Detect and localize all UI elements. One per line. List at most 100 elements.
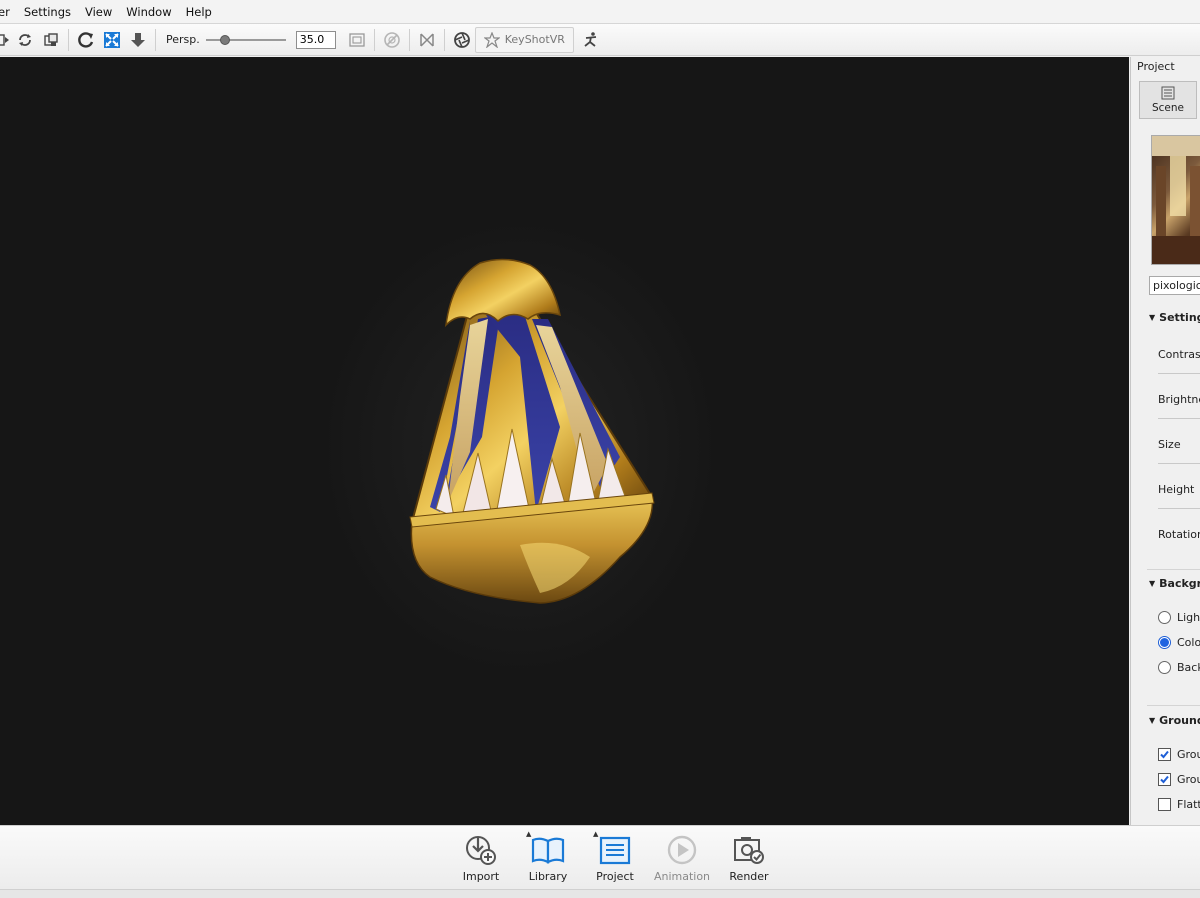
ground-occlusion-checkbox-row[interactable]: Grou — [1158, 773, 1200, 786]
environment-thumbnail[interactable] — [1151, 135, 1200, 265]
reset-camera-button[interactable] — [73, 27, 99, 53]
menu-bar: er Settings View Window Help — [0, 0, 1200, 24]
render-button[interactable]: Render — [717, 834, 781, 883]
render-viewport[interactable] — [0, 57, 1129, 825]
background-option-color[interactable]: Colo — [1158, 636, 1200, 649]
menu-item-help[interactable]: Help — [179, 0, 219, 24]
ground-shadows-checkbox-row[interactable]: Grou — [1158, 748, 1200, 761]
render-camera-icon — [734, 837, 764, 864]
scene-list-icon — [1161, 86, 1175, 100]
camera-frame-icon — [349, 32, 365, 47]
contrast-label: Contrast — [1158, 348, 1200, 361]
tab-scene[interactable]: Scene — [1139, 81, 1197, 119]
environment-preview-image — [1152, 136, 1200, 264]
checkbox-checked[interactable] — [1158, 773, 1171, 786]
menu-item-view[interactable]: View — [78, 0, 119, 24]
fit-to-view-button[interactable] — [99, 27, 125, 53]
checkmark-icon — [1160, 750, 1169, 759]
geometry-view-button[interactable] — [414, 27, 440, 53]
radio-button[interactable] — [1158, 661, 1171, 674]
flatten-ground-checkbox-row[interactable]: Flatt — [1158, 798, 1200, 811]
project-panel: Project Scene pixologic_ ▼Setting Contra… — [1130, 57, 1200, 825]
refresh-icon — [19, 33, 31, 46]
background-option-backplate[interactable]: Back — [1158, 661, 1200, 674]
panel-title: Project — [1137, 60, 1175, 73]
lock-camera-button[interactable] — [344, 27, 370, 53]
keyshot-window: { "menu": { "items": ["er", "Settings", … — [0, 0, 1200, 898]
rotation-label: Rotation — [1158, 528, 1200, 541]
section-divider — [1147, 705, 1200, 706]
zbrush-figure-icon — [584, 31, 596, 47]
fov-slider[interactable] — [205, 32, 286, 48]
import-toolbar-button[interactable] — [0, 27, 12, 53]
vr-star-icon — [483, 31, 500, 48]
section-divider — [1147, 569, 1200, 570]
toolbar-separator — [68, 28, 69, 51]
size-slider[interactable] — [1158, 463, 1200, 464]
background-option-lighting[interactable]: Light — [1158, 611, 1200, 624]
size-label: Size — [1158, 438, 1181, 451]
animation-play-icon — [667, 835, 697, 865]
aperture-icon — [453, 31, 470, 48]
environment-name-field[interactable]: pixologic_ — [1149, 276, 1200, 295]
down-arrow-icon — [131, 32, 145, 47]
checkbox-unchecked[interactable] — [1158, 798, 1171, 811]
project-list-icon — [599, 836, 631, 865]
perspective-label: Persp. — [166, 33, 200, 46]
settings-section-header[interactable]: ▼ Setting — [1149, 311, 1200, 324]
toolbar-separator — [443, 28, 445, 51]
project-button[interactable]: ▲ Project — [583, 830, 647, 883]
ground-section-header[interactable]: ▼Ground — [1149, 714, 1200, 727]
screenshot-icon — [44, 32, 58, 46]
fov-slider-track — [205, 38, 286, 41]
contrast-slider[interactable] — [1158, 373, 1200, 374]
collapse-triangle-icon: ▼ — [1149, 313, 1156, 322]
keyshotvr-button[interactable]: KeyShotVR — [474, 26, 574, 53]
animation-button[interactable]: Animation — [650, 834, 714, 883]
checkmark-icon — [1160, 775, 1169, 784]
caret-up-icon: ▲ — [526, 830, 532, 838]
animation-label: Animation — [653, 870, 711, 883]
radio-button-selected[interactable] — [1158, 636, 1171, 649]
library-button[interactable]: ▲ Library — [516, 830, 580, 883]
menu-item-edit-truncated[interactable]: er — [0, 0, 17, 24]
region-render-button[interactable] — [379, 27, 405, 53]
rendered-model — [320, 217, 720, 677]
height-label: Height — [1158, 483, 1195, 496]
bottom-toolbar: Import ▲ Library ▲ Project Animation Ren… — [0, 825, 1200, 889]
collapse-triangle-icon: ▼ — [1149, 579, 1156, 588]
library-label: Library — [528, 870, 568, 883]
caret-up-icon: ▲ — [593, 830, 599, 838]
rotate-icon — [78, 31, 94, 48]
import-label: Import — [462, 870, 500, 883]
radio-button[interactable] — [1158, 611, 1171, 624]
drop-to-ground-button[interactable] — [125, 27, 151, 53]
collapse-triangle-icon: ▼ — [1149, 716, 1156, 725]
tab-scene-label: Scene — [1151, 102, 1184, 114]
aperture-disabled-icon — [383, 31, 400, 48]
toolbar: Persp. 35.0 KeyShotVR — [0, 24, 1200, 56]
screenshot-button[interactable] — [38, 27, 64, 53]
refresh-button[interactable] — [12, 27, 38, 53]
toolbar-separator — [408, 28, 410, 51]
menu-item-settings[interactable]: Settings — [17, 0, 78, 24]
import-arrow-icon — [0, 33, 9, 46]
background-section-header[interactable]: ▼ Backgr — [1149, 577, 1200, 590]
checkbox-checked[interactable] — [1158, 748, 1171, 761]
toolbar-separator — [155, 28, 156, 51]
realtime-render-button[interactable] — [449, 27, 475, 53]
import-icon — [466, 836, 496, 865]
menu-item-window[interactable]: Window — [119, 0, 178, 24]
brightness-label: Brightne — [1158, 393, 1200, 406]
height-slider[interactable] — [1158, 508, 1200, 509]
wireframe-icon — [420, 32, 434, 47]
import-button[interactable]: Import — [449, 834, 513, 883]
brightness-slider[interactable] — [1158, 418, 1200, 419]
library-book-icon — [531, 837, 565, 864]
keyshotvr-label: KeyShotVR — [504, 33, 565, 46]
zbrush-button[interactable] — [578, 27, 604, 53]
fov-value-input[interactable] — [295, 30, 336, 49]
fov-slider-thumb[interactable] — [219, 34, 230, 45]
status-line — [0, 889, 1200, 898]
project-label: Project — [596, 870, 634, 883]
